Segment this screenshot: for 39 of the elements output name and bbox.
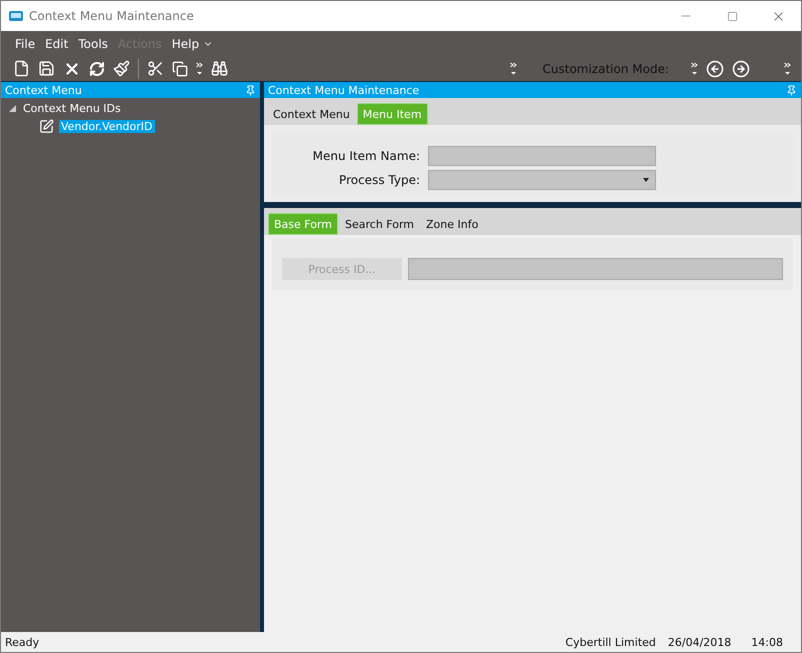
binoculars-icon[interactable] [211, 60, 228, 77]
company-name: Cybertill Limited [565, 636, 656, 648]
field-label: Process Type: [338, 173, 420, 187]
cut-icon[interactable] [147, 60, 164, 77]
edit-item-icon [39, 118, 54, 134]
tab[interactable]: Zone Info [421, 213, 484, 235]
status-date: 26/04/2018 [668, 636, 732, 648]
panel-title: Context Menu [5, 84, 82, 96]
menu-item[interactable]: Help [172, 36, 200, 50]
tree-item[interactable]: Context Menu IDs [21, 102, 123, 114]
pin-icon[interactable] [245, 84, 256, 96]
input-field[interactable] [408, 258, 783, 280]
refresh-icon[interactable] [89, 60, 105, 76]
dropdown-field[interactable] [428, 170, 656, 190]
pin-icon[interactable] [786, 84, 797, 96]
dropdown-arrow-icon [643, 178, 649, 182]
tab[interactable]: Context Menu [268, 103, 355, 125]
status-text: Ready [5, 636, 40, 648]
overflow-chevron-icon[interactable] [691, 62, 698, 76]
copy-icon[interactable] [172, 60, 188, 76]
status-time: 14:08 [751, 636, 783, 648]
new-file-icon[interactable] [13, 60, 30, 77]
panel-title: Context Menu Maintenance [268, 84, 420, 96]
overflow-chevron-icon[interactable] [196, 62, 203, 76]
window-title: Context Menu Maintenance [29, 9, 194, 23]
maximize-icon[interactable] [726, 10, 738, 22]
save-icon[interactable] [38, 60, 55, 77]
clear-icon[interactable] [113, 60, 130, 77]
menu-item[interactable]: Tools [78, 36, 108, 50]
tab[interactable]: Search Form [340, 213, 419, 235]
expanded-triangle-icon[interactable] [9, 104, 16, 112]
overflow-chevron-icon[interactable] [510, 62, 516, 76]
menu-item[interactable]: Edit [45, 36, 68, 50]
overflow-chevron-icon[interactable] [784, 62, 791, 76]
menu-item[interactable]: File [15, 36, 36, 50]
customization-mode-label: Customization Mode: [542, 62, 669, 76]
input-field[interactable] [428, 146, 656, 166]
app-icon [9, 10, 23, 22]
field-label: Menu Item Name: [312, 149, 420, 163]
